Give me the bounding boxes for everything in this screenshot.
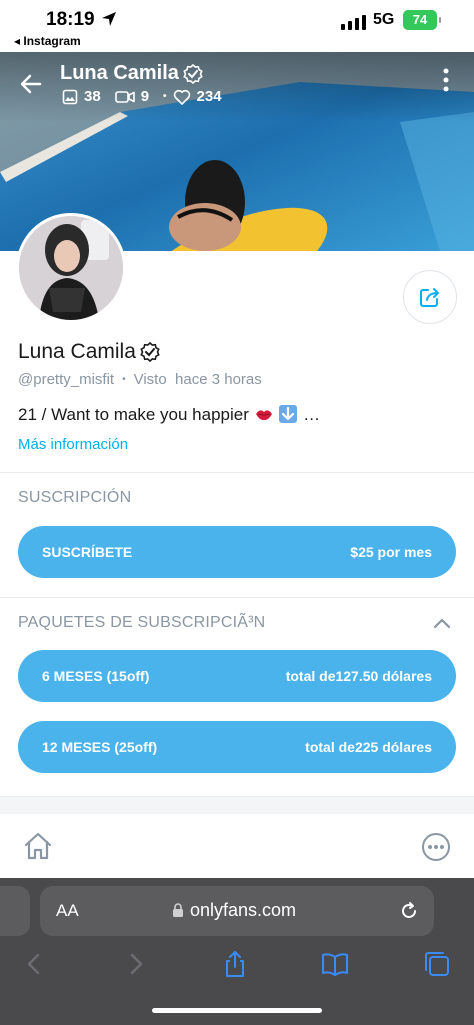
browser-toolbar: AA onlyfans.com bbox=[0, 878, 474, 1025]
back-to-instagram-link[interactable]: ◂ Instagram bbox=[14, 34, 81, 48]
profile-name: Luna Camila bbox=[18, 340, 160, 364]
share-button[interactable] bbox=[403, 270, 457, 324]
kiss-lips-icon bbox=[255, 410, 272, 421]
bundle-price: total de225 dólares bbox=[305, 739, 432, 755]
profile-meta: @pretty_misfit • Visto hace 3 horas bbox=[18, 371, 262, 388]
share-sheet-icon[interactable] bbox=[221, 950, 249, 978]
home-icon[interactable] bbox=[22, 830, 54, 862]
divider bbox=[0, 597, 474, 598]
bio-ellipsis: … bbox=[303, 405, 321, 424]
subscribe-button[interactable]: SUSCRÍBETE $25 por mes bbox=[18, 526, 456, 578]
back-icon[interactable] bbox=[20, 950, 48, 978]
image-icon bbox=[62, 89, 78, 104]
section-separator-band bbox=[0, 796, 474, 814]
videos-stat: 9 bbox=[114, 88, 150, 105]
location-arrow-icon bbox=[102, 12, 116, 26]
tabs-icon[interactable] bbox=[423, 950, 451, 978]
videos-count: 9 bbox=[140, 88, 150, 105]
profile-bio: 21 / Want to make you happier … bbox=[18, 405, 320, 425]
photos-count: 38 bbox=[84, 88, 101, 105]
network-label: 5G bbox=[373, 11, 395, 28]
avatar[interactable] bbox=[16, 213, 126, 323]
lock-icon bbox=[173, 903, 183, 917]
battery-indicator: 74 bbox=[403, 10, 441, 30]
bundles-title: PAQUETES DE SUBSCRIPCIÃ³N bbox=[18, 614, 266, 631]
verified-badge-icon bbox=[140, 342, 160, 362]
home-indicator bbox=[152, 1008, 322, 1013]
more-vertical-icon[interactable] bbox=[442, 66, 450, 94]
profile-name-text: Luna Camila bbox=[18, 340, 136, 363]
reload-icon[interactable] bbox=[398, 900, 420, 922]
bio-text: 21 / Want to make you happier bbox=[18, 405, 249, 424]
likes-count: 234 bbox=[196, 88, 222, 105]
bundle-button-6-months[interactable]: 6 MESES (15off) total de127.50 dólares bbox=[18, 650, 456, 702]
status-bar: 18:19 ◂ Instagram 5G 74 bbox=[0, 0, 474, 52]
bundle-label: 6 MESES (15off) bbox=[42, 668, 150, 684]
likes-stat: • 234 bbox=[163, 88, 222, 105]
down-arrow-icon bbox=[279, 405, 298, 423]
subscribe-price: $25 por mes bbox=[350, 544, 432, 560]
forward-icon[interactable] bbox=[122, 950, 150, 978]
subscription-title: SUSCRIPCIÓN bbox=[18, 489, 132, 506]
subscribe-label: SUSCRÍBETE bbox=[42, 544, 133, 560]
last-seen: Visto hace 3 horas bbox=[133, 371, 262, 388]
previous-tab-peek[interactable] bbox=[0, 886, 30, 936]
avatar-illustration bbox=[19, 216, 123, 320]
bundle-price: total de127.50 dólares bbox=[285, 668, 432, 684]
address-bar[interactable]: AA onlyfans.com bbox=[40, 886, 434, 936]
status-time: 18:19 bbox=[46, 9, 95, 30]
photos-stat: 38 bbox=[62, 88, 101, 105]
bottom-nav bbox=[0, 814, 474, 878]
more-info-link[interactable]: Más información bbox=[18, 436, 128, 453]
back-arrow-icon[interactable] bbox=[18, 71, 44, 97]
more-options-icon[interactable] bbox=[421, 832, 451, 862]
chevron-up-icon[interactable] bbox=[432, 616, 452, 630]
signal-icon bbox=[341, 14, 366, 30]
cover-stats: 38 9 • 234 bbox=[62, 88, 222, 105]
verified-badge-icon bbox=[183, 63, 203, 84]
cover-profile-name: Luna Camila bbox=[60, 62, 203, 85]
cover-name-text: Luna Camila bbox=[60, 62, 179, 84]
bundle-button-12-months[interactable]: 12 MESES (25off) total de225 dólares bbox=[18, 721, 456, 773]
divider bbox=[0, 472, 474, 473]
bundle-label: 12 MESES (25off) bbox=[42, 739, 158, 755]
reader-settings-button[interactable]: AA bbox=[56, 901, 79, 921]
profile-handle: @pretty_misfit bbox=[18, 371, 115, 388]
video-icon bbox=[114, 90, 135, 103]
url-text: onlyfans.com bbox=[190, 900, 297, 920]
share-icon bbox=[420, 288, 439, 307]
heart-icon bbox=[173, 89, 190, 105]
meta-separator: • bbox=[122, 374, 126, 385]
bookmarks-icon[interactable] bbox=[321, 950, 349, 978]
avatar-photo bbox=[19, 216, 123, 320]
